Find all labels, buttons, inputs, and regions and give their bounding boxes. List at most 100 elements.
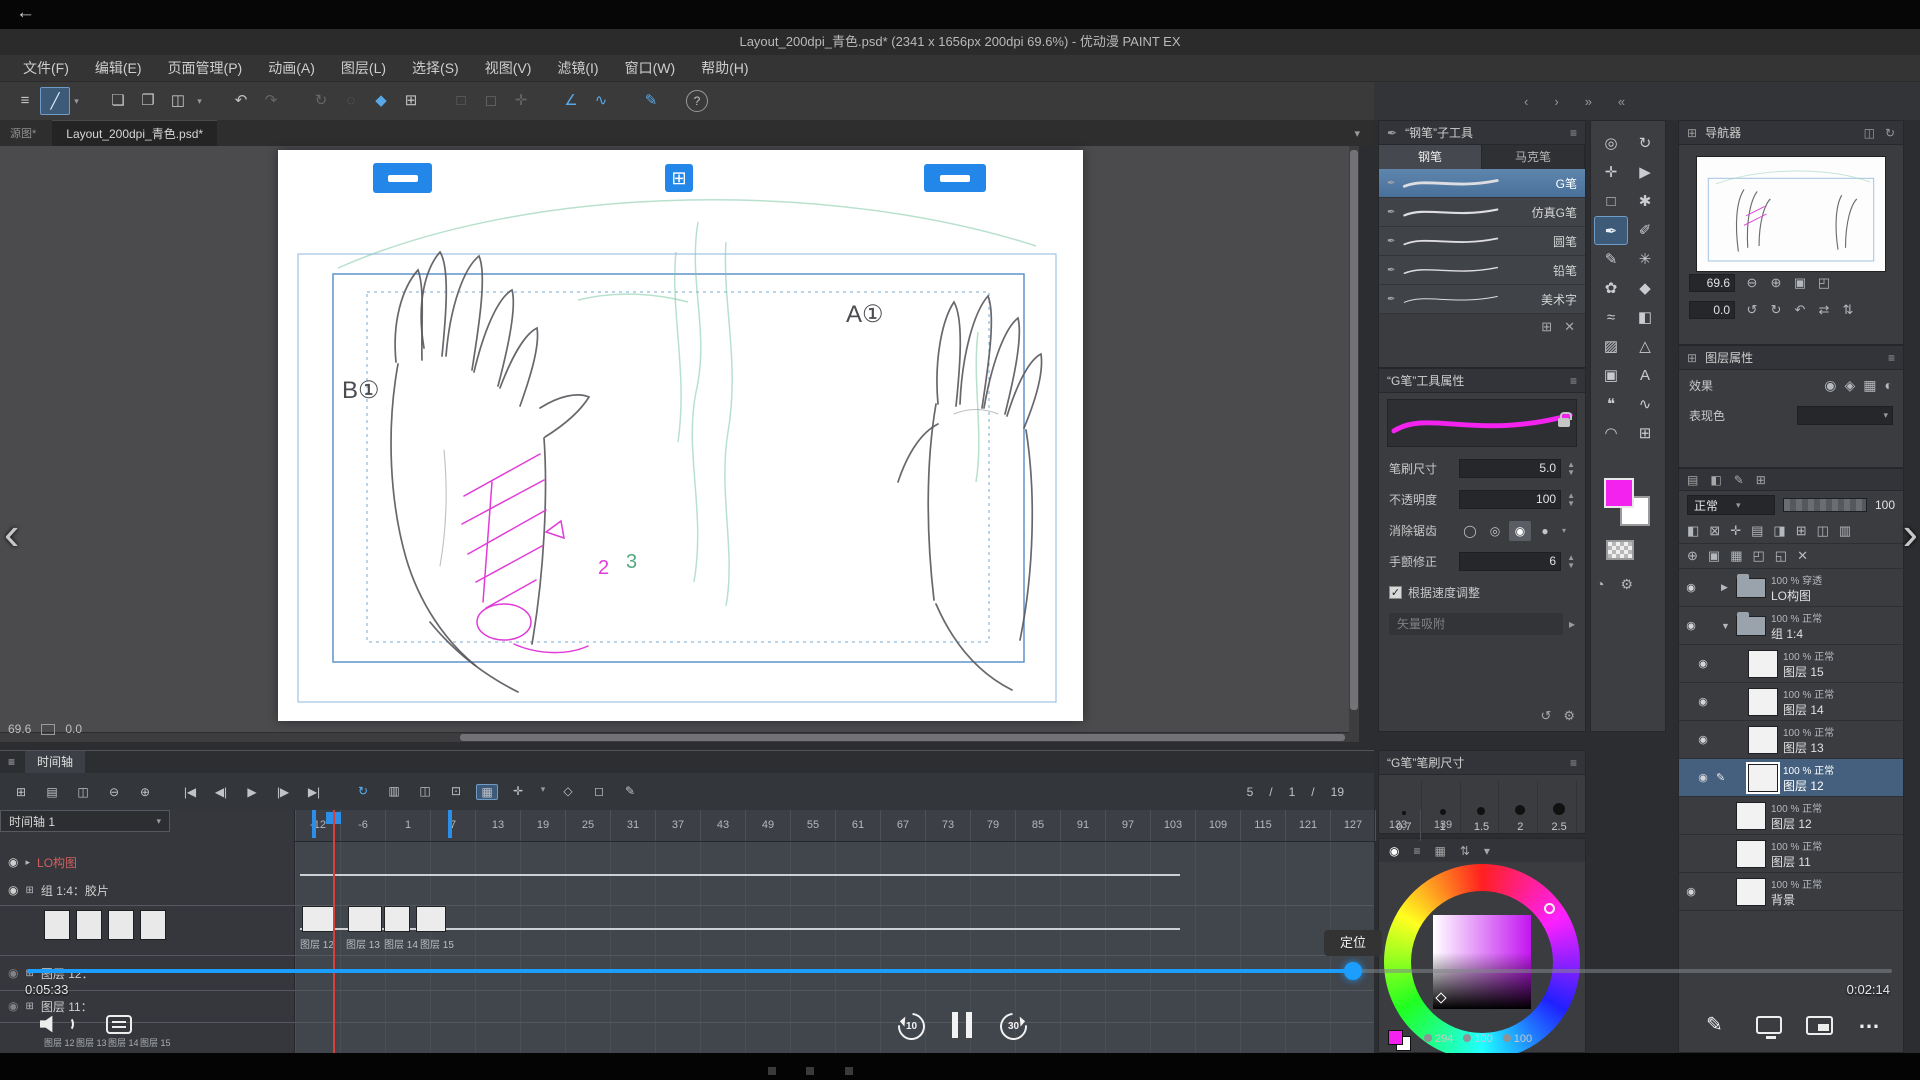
track-visibility-toggle[interactable]: ◉ (8, 999, 18, 1013)
lock-icon[interactable] (1558, 418, 1570, 427)
layer-visibility-toggle[interactable]: ◉ (1683, 581, 1699, 594)
next-video-button[interactable]: › (1903, 506, 1918, 560)
eraser-tool-icon[interactable]: ◆ (1628, 274, 1662, 303)
go-to-end-button[interactable]: ▶| (303, 785, 325, 799)
subtool-tab[interactable]: 马克笔 (1482, 145, 1585, 169)
play-button[interactable]: ▶ (241, 785, 263, 799)
layer-palette-option-icon[interactable]: ▥ (1839, 523, 1851, 539)
pen-pressure-button[interactable]: ✎ (636, 87, 666, 115)
nav-rotate-left-icon[interactable]: ↺ (1742, 302, 1762, 318)
layer-property-menu-icon[interactable]: ≡ (1888, 351, 1895, 365)
edit-note-button[interactable]: ✎ (1706, 1012, 1723, 1037)
layer-row[interactable]: 100 % 正常 图层 11 (1679, 835, 1903, 873)
transform-icon[interactable]: ✛ (507, 784, 529, 800)
main-menu-icon[interactable]: ≡ (10, 87, 40, 115)
track-row-lo[interactable]: ◉ ▸ LO构图 (0, 848, 295, 876)
restore-button[interactable]: ↻ (306, 87, 336, 115)
rotate-canvas-tool-icon[interactable]: ↻ (1628, 129, 1662, 158)
dock-collapse-icon[interactable]: ‹ (1524, 94, 1528, 109)
timeline-export-icon[interactable]: ◫ (72, 785, 94, 799)
active-document-tab[interactable]: Layout_200dpi_青色.psd* (52, 120, 217, 146)
subtool-item[interactable]: ✒ 美术字 (1379, 285, 1585, 314)
layer-visibility-toggle[interactable]: ◉ (1683, 885, 1699, 898)
layer-comment-tab-icon[interactable]: ✎ (1734, 473, 1744, 487)
layer-visibility-toggle[interactable]: ◉ (1695, 695, 1711, 708)
track-visibility-toggle[interactable]: ◉ (8, 883, 18, 897)
onion-skin-prev-chip[interactable] (373, 163, 432, 193)
start-frame-value[interactable]: 1 (1289, 785, 1296, 799)
dock-collapse-icon[interactable]: › (1554, 94, 1558, 109)
layer-color-icon[interactable]: ◐ (1885, 377, 1893, 394)
delete-layer-icon[interactable]: ✕ (1797, 548, 1808, 564)
marquee-select-tool-icon[interactable]: □ (1594, 187, 1628, 216)
timeline-options-icon[interactable]: ▤ (41, 785, 63, 799)
deselect-button[interactable]: ◌ (336, 87, 366, 115)
layer-row[interactable]: ◉ 100 % 正常 背景 (1679, 873, 1903, 911)
secondary-tab[interactable]: 源图* (10, 125, 36, 141)
folder-expand-icon[interactable]: ▼ (1721, 621, 1731, 631)
saturation-value-square[interactable] (1433, 915, 1531, 1009)
layer-visibility-toggle[interactable]: ◉ (1695, 733, 1711, 746)
airbrush-tool-icon[interactable]: ✳ (1628, 245, 1662, 274)
layers-tab-icon[interactable]: ▤ (1687, 473, 1698, 487)
color-wheel-tab-icon[interactable]: ◉ (1389, 844, 1399, 858)
cast-button[interactable] (1756, 1016, 1782, 1034)
layer-thumbnail[interactable] (1748, 764, 1778, 792)
danmaku-button[interactable] (106, 1015, 132, 1034)
prev-video-button[interactable]: ‹ (4, 506, 19, 560)
pen-tool-icon[interactable]: ✒ (1594, 216, 1628, 245)
brush-size-preset[interactable]: 2 (1503, 781, 1538, 833)
auto-select-tool-icon[interactable]: ✱ (1628, 187, 1662, 216)
playback-range-end-marker[interactable] (448, 810, 452, 838)
nav-flip-h-icon[interactable]: ⇄ (1814, 302, 1834, 318)
subtool-tab[interactable]: 钢笔 (1379, 145, 1482, 169)
select-add-button[interactable]: ◻ (476, 87, 506, 115)
track-row-group[interactable]: ◉ ⊞ 组 1:4：胶片 (0, 876, 295, 904)
brush-tool-icon[interactable]: ✎ (1594, 245, 1628, 274)
track-visibility-toggle[interactable]: ◉ (8, 855, 18, 869)
tool-property-menu-icon[interactable]: ≡ (1570, 374, 1577, 388)
next-frame-button[interactable]: |▶ (272, 785, 294, 799)
tone-effect-icon[interactable]: ◈ (1845, 377, 1856, 394)
layer-thumbnail[interactable] (1748, 688, 1778, 716)
cel-keyframe-block[interactable] (416, 906, 446, 932)
subtool-item[interactable]: ✒ 铅笔 (1379, 256, 1585, 285)
forward-30-button[interactable]: 30 (1000, 1013, 1027, 1040)
blend-mode-dropdown[interactable]: 正常 ▾ (1687, 495, 1775, 515)
antialias-caret[interactable]: ▾ (1562, 527, 1566, 535)
pencil-tool-icon[interactable]: ✐ (1628, 216, 1662, 245)
color-mode-dropdown[interactable]: ▾ (1797, 406, 1893, 425)
timeline-edit-icon[interactable]: ✎ (619, 784, 641, 800)
add-subtool-icon[interactable]: ⊞ (1541, 319, 1552, 335)
combine-layer-icon[interactable]: ◱ (1775, 548, 1787, 564)
video-progress-handle[interactable] (1344, 962, 1362, 980)
speed-adjust-checkbox[interactable]: ✓ (1389, 586, 1402, 599)
grid-tool-icon[interactable]: ⊞ (1628, 419, 1662, 448)
color-set-tab-icon[interactable]: ▦ (1435, 844, 1446, 858)
brush-size-panel-menu-icon[interactable]: ≡ (1570, 756, 1577, 770)
cel-keyframe-block[interactable] (302, 906, 334, 932)
timeline-menu-icon[interactable]: ≡ (8, 755, 15, 769)
border-effect-icon[interactable]: ◉ (1824, 377, 1836, 394)
undo-button[interactable]: ↶ (226, 87, 256, 115)
rewind-10-button[interactable]: 10 (898, 1013, 925, 1040)
subtool-item[interactable]: ✒ 圆笔 (1379, 227, 1585, 256)
opacity-slider[interactable] (1783, 498, 1867, 512)
lock-layer-icon[interactable]: ▤ (1751, 523, 1763, 539)
hue-marker[interactable] (1544, 903, 1555, 914)
track-collapse-icon[interactable]: ⊞ (25, 885, 33, 896)
save-caret[interactable]: ▾ (193, 87, 206, 115)
aa-none-icon[interactable]: ◯ (1459, 521, 1481, 541)
timeline-zoom-out-icon[interactable]: ⊖ (103, 785, 125, 799)
brush-size-input[interactable]: 5.0 (1459, 459, 1561, 478)
pause-button[interactable] (952, 1012, 972, 1038)
operation-tool-icon[interactable]: ▶ (1628, 158, 1662, 187)
opacity-stepper[interactable]: ▲▼ (1567, 492, 1575, 508)
layer-thumbnail[interactable] (1736, 878, 1766, 906)
tool-settings-icon[interactable]: ⚙ (1563, 708, 1575, 724)
reference-layer-icon[interactable]: ⊠ (1709, 523, 1720, 539)
more-button[interactable]: … (1858, 1008, 1881, 1034)
text-tool-icon[interactable]: A (1628, 361, 1662, 390)
move-tool-icon[interactable]: ✛ (1594, 158, 1628, 187)
navigator-zoom-value[interactable]: 69.6 (1689, 274, 1735, 292)
